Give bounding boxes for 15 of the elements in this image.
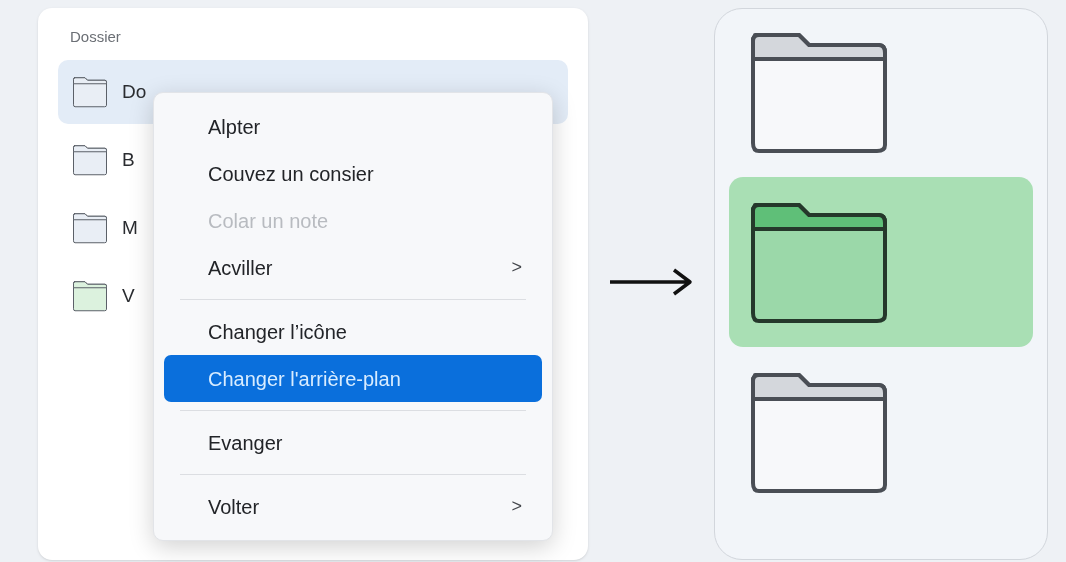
menu-item-label: Acviller: [208, 255, 273, 281]
chevron-icon: >: [511, 254, 522, 281]
menu-item-label: Volter: [208, 494, 260, 520]
folder-name: B: [122, 147, 135, 172]
menu-item-label: Changer l’icône: [208, 319, 347, 345]
menu-item-label: Colar un note: [208, 208, 329, 234]
menu-item-label: Alpter: [208, 114, 261, 140]
menu-item-label: Couvez un consier: [208, 161, 374, 187]
chevron-icon: >: [511, 493, 522, 520]
folder-name: V: [122, 283, 135, 308]
panel-title: Dossier: [69, 27, 122, 47]
folder-name: Do: [122, 79, 147, 104]
folder-name: M: [122, 215, 138, 240]
menu-item-label: Evanger: [208, 430, 283, 456]
menu-item-label: Changer l'arrière-plan: [208, 366, 401, 392]
